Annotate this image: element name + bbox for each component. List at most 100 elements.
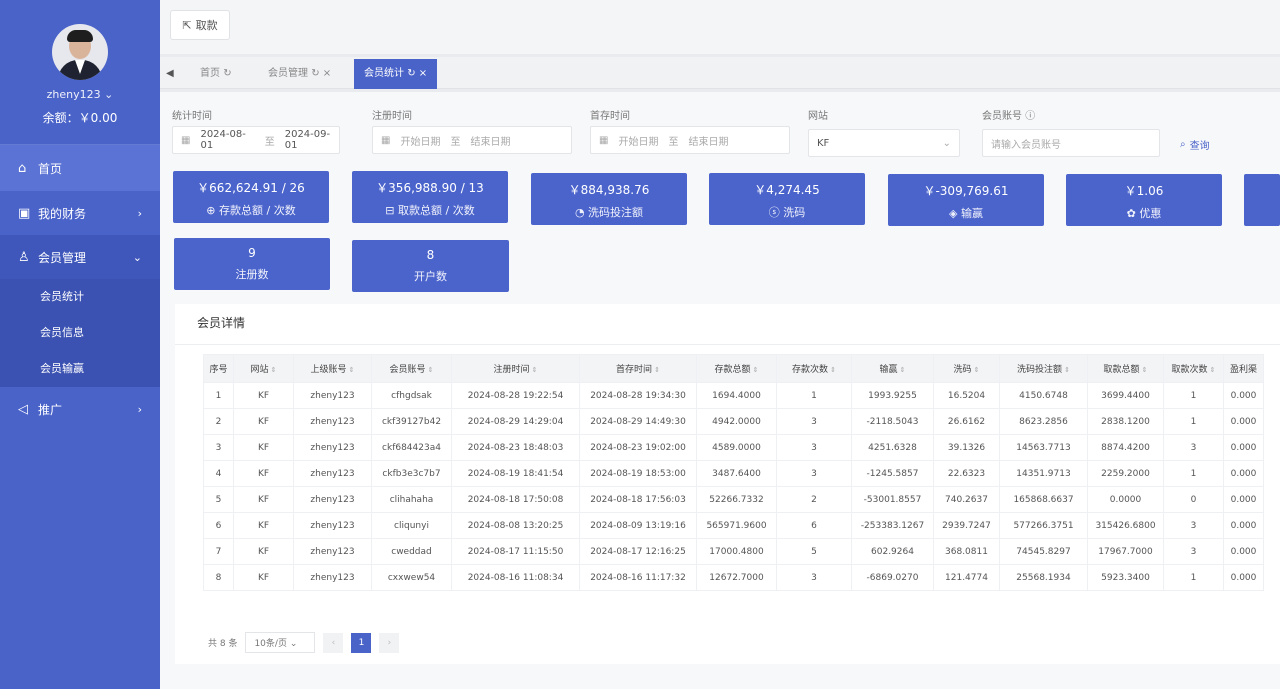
sort-icon[interactable]: ⇕ bbox=[900, 366, 906, 374]
next-page-button[interactable]: › bbox=[379, 632, 400, 653]
stat-time-end: 2024-09-01 bbox=[284, 129, 331, 151]
withdraw-button[interactable]: ⇱ 取款 bbox=[170, 10, 230, 40]
tab-member-management[interactable]: 会员管理 ↻ × bbox=[258, 59, 341, 89]
refresh-icon[interactable]: ↻ bbox=[311, 68, 319, 79]
sort-icon[interactable]: ⇕ bbox=[532, 366, 538, 374]
stat-time-range-picker[interactable]: ▦ 2024-08-01 至 2024-09-01 bbox=[172, 126, 340, 154]
table-cell: 2024-08-19 18:53:00 bbox=[579, 460, 697, 487]
table-cell: 0.000 bbox=[1223, 460, 1264, 487]
sidebar-item-home[interactable]: ⌂ 首页 bbox=[0, 145, 160, 191]
table-header-cell[interactable]: 洗码 ⇕ bbox=[933, 354, 1000, 383]
wallet-icon: ▣ bbox=[18, 205, 31, 221]
sort-icon[interactable]: ⇕ bbox=[271, 366, 277, 374]
table-header-cell[interactable]: 上级账号 ⇕ bbox=[293, 354, 372, 383]
table-header-cell[interactable]: 存款次数 ⇕ bbox=[776, 354, 852, 383]
sidebar-item-promotion[interactable]: ◁ 推广 › bbox=[0, 387, 160, 431]
stat-card-wash-bet: ￥884,938.76 ◔ 洗码投注额 bbox=[531, 173, 687, 225]
prev-page-button[interactable]: ‹ bbox=[323, 632, 344, 653]
sort-icon[interactable]: ⇕ bbox=[349, 366, 355, 374]
table-cell: 2024-08-09 13:19:16 bbox=[579, 512, 697, 539]
first-deposit-range-picker[interactable]: ▦ 开始日期 至 结束日期 bbox=[590, 126, 790, 154]
header-label: 洗码 bbox=[953, 365, 972, 375]
table-cell: 0.000 bbox=[1223, 564, 1264, 591]
sidebar-item-finance[interactable]: ▣ 我的财务 › bbox=[0, 191, 160, 235]
tab-scroll-left-icon[interactable]: ◀ bbox=[166, 59, 174, 89]
refresh-icon[interactable]: ↻ bbox=[223, 68, 231, 79]
sidebar-subitem-member-winloss[interactable]: 会员输赢 bbox=[0, 351, 160, 387]
table-header-cell[interactable]: 会员账号 ⇕ bbox=[371, 354, 452, 383]
table-header-cell[interactable]: 网站 ⇕ bbox=[233, 354, 294, 383]
page-size-select[interactable]: 10条/页 ⌄ bbox=[245, 632, 316, 653]
search-button[interactable]: ⌕ 查询 bbox=[1180, 130, 1210, 158]
sidebar-subitem-member-stats[interactable]: 会员统计 bbox=[0, 279, 160, 315]
sort-icon[interactable]: ⇕ bbox=[1064, 366, 1070, 374]
close-icon[interactable]: × bbox=[419, 68, 427, 79]
member-detail-panel: 会员详情 序号 网站 ⇕ 上级账号 ⇕ 会员账号 ⇕ 注册时间 ⇕ 首存时间 ⇕ 存款总额 ⇕ 存款次数 ⇕… bbox=[175, 304, 1280, 664]
tab-label: 会员统计 bbox=[364, 68, 404, 79]
page-button-current[interactable]: 1 bbox=[351, 632, 372, 653]
sort-icon[interactable]: ⇕ bbox=[428, 366, 434, 374]
table-header-cell[interactable]: 取款总额 ⇕ bbox=[1087, 354, 1164, 383]
site-value: KF bbox=[817, 137, 830, 149]
close-icon[interactable]: × bbox=[323, 68, 331, 79]
table-cell: 2024-08-16 11:08:34 bbox=[451, 564, 580, 591]
sidebar-item-label: 我的财务 bbox=[38, 206, 87, 221]
table-header-cell[interactable]: 取款次数 ⇕ bbox=[1163, 354, 1224, 383]
deposit-icon: ⊕ bbox=[206, 204, 216, 217]
calendar-icon: ▦ bbox=[181, 134, 191, 146]
table-cell: 1694.4000 bbox=[696, 382, 777, 409]
panel-title: 会员详情 bbox=[197, 316, 246, 330]
table-cell: 602.9264 bbox=[851, 538, 934, 565]
table-cell: zheny123 bbox=[293, 408, 372, 435]
table-header-cell[interactable]: 首存时间 ⇕ bbox=[579, 354, 697, 383]
table-cell: 3 bbox=[1163, 512, 1224, 539]
sidebar-item-label: 推广 bbox=[38, 402, 63, 417]
filter-label-reg-time: 注册时间 bbox=[372, 111, 412, 122]
sort-icon[interactable]: ⇕ bbox=[654, 366, 660, 374]
sort-icon[interactable]: ⇕ bbox=[1210, 366, 1216, 374]
header-label: 洗码投注额 bbox=[1017, 365, 1063, 375]
sort-icon[interactable]: ⇕ bbox=[753, 366, 759, 374]
site-select[interactable]: KF ⌄ bbox=[808, 129, 960, 157]
tab-member-stats[interactable]: 会员统计 ↻ × bbox=[354, 59, 438, 89]
withdraw-icon: ⇱ bbox=[182, 18, 192, 32]
table-cell: 2024-08-28 19:22:54 bbox=[451, 382, 580, 409]
balance-text: 余额：￥0.00 bbox=[42, 111, 118, 125]
sidebar-subitem-member-info[interactable]: 会员信息 bbox=[0, 315, 160, 351]
table-header-cell[interactable]: 洗码投注额 ⇕ bbox=[999, 354, 1088, 383]
table-cell: 3 bbox=[776, 408, 852, 435]
range-separator: 至 bbox=[668, 136, 679, 148]
sidebar-item-member-management[interactable]: ♙ 会员管理 ⌄ bbox=[0, 235, 160, 279]
table-cell: zheny123 bbox=[293, 564, 372, 591]
refresh-icon[interactable]: ↻ bbox=[407, 68, 415, 79]
reg-time-range-picker[interactable]: ▦ 开始日期 至 结束日期 bbox=[372, 126, 572, 154]
sort-icon[interactable]: ⇕ bbox=[830, 366, 836, 374]
chevron-down-icon: ⌄ bbox=[104, 88, 114, 101]
table-cell: 1993.9255 bbox=[851, 382, 934, 409]
stat-label: ◔ 洗码投注额 bbox=[531, 204, 687, 220]
withdraw-label: 取款 bbox=[195, 19, 218, 32]
username-dropdown[interactable]: zheny123 ⌄ bbox=[0, 88, 160, 101]
sort-icon[interactable]: ⇕ bbox=[1142, 366, 1148, 374]
account-placeholder: 请输入会员账号 bbox=[991, 139, 1061, 151]
table-cell: cliqunyi bbox=[371, 512, 452, 539]
table-cell: -6869.0270 bbox=[851, 564, 934, 591]
filter-label-stat-time: 统计时间 bbox=[172, 111, 212, 122]
table-cell: 0.000 bbox=[1223, 434, 1264, 461]
sidebar-item-label: 会员管理 bbox=[38, 250, 87, 265]
sort-icon[interactable]: ⇕ bbox=[974, 366, 980, 374]
table-cell: 1 bbox=[203, 382, 234, 409]
tab-home[interactable]: 首页 ↻ bbox=[190, 59, 242, 89]
table-cell: 26.6162 bbox=[933, 408, 1000, 435]
stat-card-winloss: ￥-309,769.61 ◈ 输赢 bbox=[888, 174, 1044, 226]
avatar[interactable] bbox=[52, 24, 108, 80]
table-cell: 121.4774 bbox=[933, 564, 1000, 591]
table-cell: 2259.2000 bbox=[1087, 460, 1164, 487]
account-input[interactable]: 请输入会员账号 bbox=[982, 129, 1160, 157]
table-header-cell[interactable]: 注册时间 ⇕ bbox=[451, 354, 580, 383]
table-cell: KF bbox=[233, 434, 294, 461]
table-header-cell[interactable]: 输赢 ⇕ bbox=[851, 354, 934, 383]
table-cell: 5923.3400 bbox=[1087, 564, 1164, 591]
table-cell: 14351.9713 bbox=[999, 460, 1088, 487]
table-header-cell[interactable]: 存款总额 ⇕ bbox=[696, 354, 777, 383]
